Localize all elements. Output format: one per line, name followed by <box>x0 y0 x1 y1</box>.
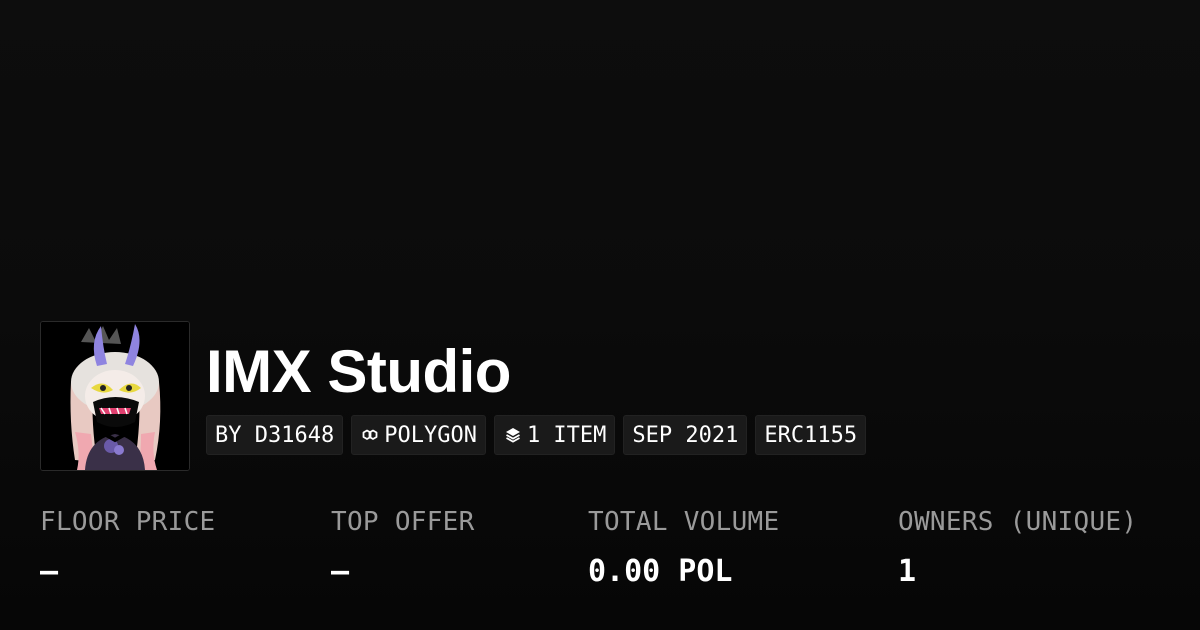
stat-value: – <box>40 554 59 589</box>
stat-label: OWNERS (UNIQUE) <box>898 507 1138 537</box>
stat-value: 1 <box>898 554 917 589</box>
stat-total-volume: TOTAL VOLUME 0.00 POL <box>588 504 779 590</box>
chain-label: POLYGON <box>384 422 477 448</box>
created-date-badge: SEP 2021 <box>623 415 748 455</box>
token-standard-label: ERC1155 <box>764 422 858 448</box>
stat-floor-price: FLOOR PRICE – <box>40 504 216 590</box>
creator-badge[interactable]: BY D31648 <box>206 415 344 455</box>
polygon-icon <box>360 425 380 445</box>
stat-value: 0.00 POL <box>588 554 733 589</box>
layers-icon <box>503 425 523 445</box>
collection-badges: BY D31648 POLYGON 1 ITEM SEP 2021 ERC115… <box>206 415 867 455</box>
item-count-badge[interactable]: 1 ITEM <box>493 415 616 455</box>
stat-value: – <box>331 554 350 589</box>
collection-title: IMX Studio <box>206 338 511 405</box>
stat-label: FLOOR PRICE <box>40 507 216 537</box>
chain-badge[interactable]: POLYGON <box>351 415 486 455</box>
stat-top-offer: TOP OFFER – <box>331 504 475 590</box>
collection-avatar <box>40 321 190 471</box>
item-count-label: 1 ITEM <box>526 422 607 448</box>
stat-owners: OWNERS (UNIQUE) 1 <box>898 504 1137 590</box>
stat-label: TOP OFFER <box>331 507 475 537</box>
stat-label: TOTAL VOLUME <box>588 507 780 537</box>
creator-label: BY D31648 <box>215 422 335 448</box>
token-standard-badge: ERC1155 <box>755 415 867 455</box>
avatar-artwork-icon <box>41 322 189 470</box>
created-date-label: SEP 2021 <box>632 422 739 448</box>
